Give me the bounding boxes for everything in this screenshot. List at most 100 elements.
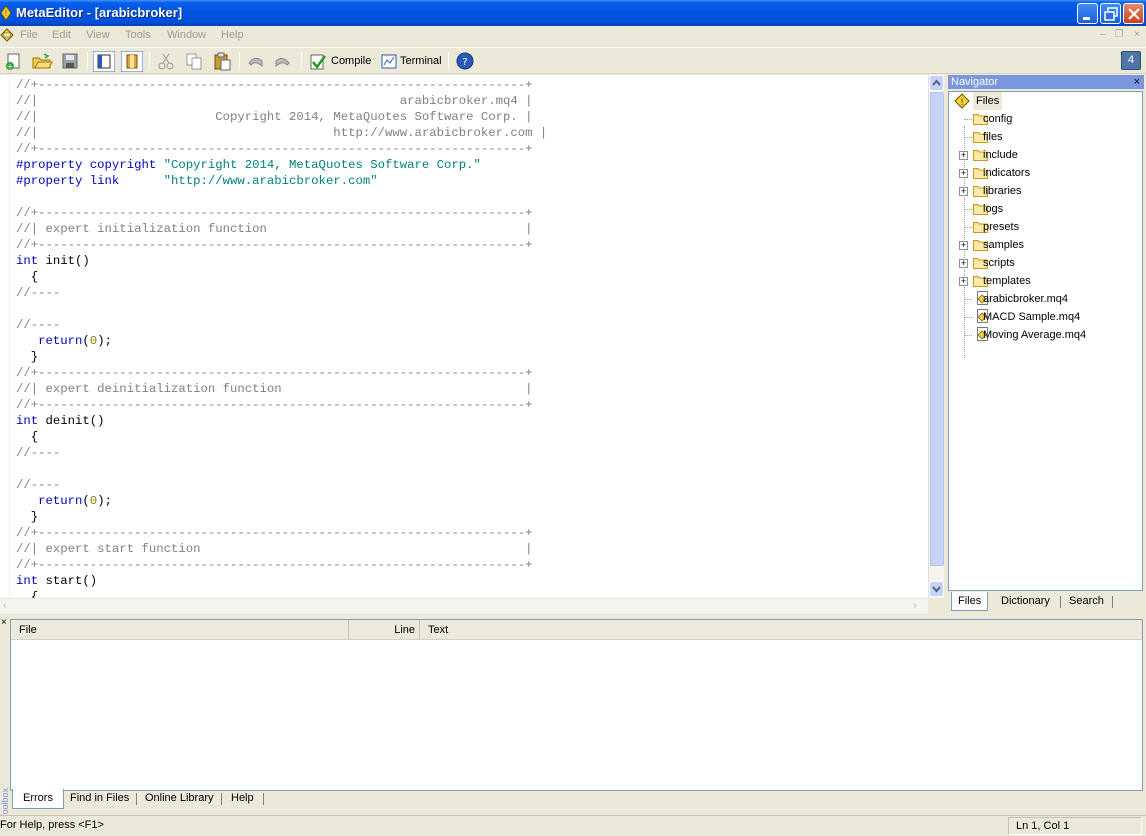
column-line[interactable]: Line (349, 620, 420, 640)
expand-icon[interactable]: + (959, 241, 968, 250)
expand-icon[interactable]: + (959, 259, 968, 268)
expand-icon[interactable]: + (959, 151, 968, 160)
code-line[interactable]: //| expert deinitialization function | (16, 381, 533, 397)
scroll-right-icon[interactable]: › (913, 600, 917, 612)
scroll-up-icon[interactable] (929, 75, 944, 91)
code-line[interactable]: int start() (16, 573, 97, 589)
copy-icon[interactable] (184, 51, 204, 72)
tree-folder-indicators[interactable]: + indicators (949, 164, 1139, 182)
code-line[interactable]: //---- (16, 445, 60, 461)
code-line[interactable]: } (16, 509, 38, 525)
menu-edit[interactable]: Edit (52, 29, 71, 41)
editor-vertical-scrollbar[interactable] (928, 75, 944, 598)
code-line[interactable]: //---- (16, 317, 60, 333)
tree-folder-logs[interactable]: logs (949, 200, 1139, 218)
tree-file-moving-average-mq4[interactable]: Moving Average.mq4 (949, 326, 1139, 344)
code-line[interactable]: //| arabicbroker.mq4 | (16, 93, 533, 109)
mdi-close-icon[interactable]: × (1130, 28, 1144, 41)
minimize-button[interactable] (1077, 3, 1098, 24)
column-text[interactable]: Text (420, 620, 1142, 640)
open-folder-icon[interactable] (31, 51, 53, 72)
menu-window[interactable]: Window (167, 29, 206, 41)
tab-files[interactable]: Files (951, 592, 989, 611)
code-line[interactable]: int deinit() (16, 413, 105, 429)
tree-folder-templates[interactable]: + templates (949, 272, 1139, 290)
toggle-toolbox-icon[interactable] (121, 51, 143, 72)
compile-button[interactable]: Compile (331, 55, 371, 67)
save-icon[interactable] (60, 51, 80, 72)
redo-icon[interactable] (273, 51, 293, 72)
code-line[interactable]: } (16, 349, 38, 365)
code-line[interactable]: //---- (16, 285, 60, 301)
code-line[interactable]: //+-------------------------------------… (16, 365, 533, 381)
code-editor[interactable]: //+-------------------------------------… (10, 75, 928, 598)
code-line[interactable]: //+-------------------------------------… (16, 77, 533, 93)
tree-folder-include[interactable]: + include (949, 146, 1139, 164)
code-line[interactable]: //| http://www.arabicbroker.com | (16, 125, 547, 141)
tab-errors[interactable]: Errors (12, 789, 64, 809)
code-line[interactable]: //+-------------------------------------… (16, 141, 533, 157)
undo-icon[interactable] (245, 51, 265, 72)
expand-icon[interactable]: + (959, 169, 968, 178)
tree-folder-libraries[interactable]: + libraries (949, 182, 1139, 200)
tree-file-arabicbroker-mq4[interactable]: arabicbroker.mq4 (949, 290, 1139, 308)
menu-file[interactable]: File (20, 29, 38, 41)
code-line[interactable]: //+-------------------------------------… (16, 397, 533, 413)
tab-dictionary[interactable]: Dictionary (995, 592, 1056, 611)
code-line[interactable]: return(0); (16, 333, 112, 349)
code-line[interactable]: { (16, 589, 38, 598)
tab-search[interactable]: Search (1063, 592, 1110, 611)
tree-folder-files[interactable]: files (949, 128, 1139, 146)
code-line[interactable]: //| expert initialization function | (16, 221, 533, 237)
tree-folder-presets[interactable]: presets (949, 218, 1139, 236)
restore-button[interactable] (1100, 3, 1121, 24)
code-line[interactable]: { (16, 269, 38, 285)
code-line[interactable]: //+-------------------------------------… (16, 557, 533, 573)
code-line[interactable]: int init() (16, 253, 90, 269)
editor-horizontal-scrollbar[interactable]: ‹ › (0, 598, 928, 614)
code-line[interactable]: //+-------------------------------------… (16, 525, 533, 541)
code-line[interactable]: //+-------------------------------------… (16, 205, 533, 221)
code-line[interactable]: return(0); (16, 493, 112, 509)
title-bar[interactable]: ! MetaEditor - [arabicbroker] (0, 0, 1146, 26)
terminal-button[interactable]: Terminal (400, 55, 442, 67)
mdi-minimize-icon[interactable]: – (1096, 28, 1110, 41)
tree-file-macd-sample-mq4[interactable]: MACD Sample.mq4 (949, 308, 1139, 326)
new-file-icon[interactable]: + (4, 51, 24, 72)
scroll-thumb[interactable] (930, 92, 944, 566)
code-line[interactable]: { (16, 429, 38, 445)
terminal-icon[interactable] (379, 51, 399, 72)
toolbox-close-icon[interactable]: × (1, 617, 7, 628)
code-line[interactable]: //---- (16, 477, 60, 493)
code-line[interactable]: #property link "http://www.arabicbroker.… (16, 173, 378, 189)
close-button[interactable] (1123, 3, 1144, 24)
expand-icon[interactable]: + (959, 277, 968, 286)
scroll-left-icon[interactable]: ‹ (3, 600, 7, 612)
tree-folder-scripts[interactable]: + scripts (949, 254, 1139, 272)
tree-folder-config[interactable]: config (949, 110, 1139, 128)
compile-icon[interactable] (308, 51, 328, 72)
menu-help[interactable]: Help (221, 29, 244, 41)
menu-view[interactable]: View (86, 29, 110, 41)
scroll-down-icon[interactable] (929, 581, 944, 597)
tab-help[interactable]: Help (221, 789, 264, 809)
toggle-navigator-icon[interactable] (93, 51, 115, 72)
navigator-close-icon[interactable]: × (1134, 75, 1140, 89)
document-icon[interactable] (0, 28, 14, 42)
tree-folder-samples[interactable]: + samples (949, 236, 1139, 254)
expand-icon[interactable]: + (959, 187, 968, 196)
tab-find-in-files[interactable]: Find in Files (60, 789, 139, 809)
code-line[interactable]: #property copyright "Copyright 2014, Met… (16, 157, 481, 173)
paste-icon[interactable] (212, 51, 232, 72)
mdi-restore-icon[interactable]: ❐ (1112, 28, 1126, 41)
code-line[interactable]: //| Copyright 2014, MetaQuotes Software … (16, 109, 533, 125)
column-file[interactable]: File (11, 620, 349, 640)
menu-tools[interactable]: Tools (125, 29, 151, 41)
count-badge[interactable]: 4 (1121, 51, 1141, 70)
help-icon[interactable]: ? (455, 51, 475, 72)
code-line[interactable]: //| expert start function | (16, 541, 533, 557)
tree-root-files[interactable]: ! Files (949, 92, 1009, 110)
tab-online-library[interactable]: Online Library (135, 789, 223, 809)
cut-icon[interactable] (156, 51, 176, 72)
code-line[interactable]: //+-------------------------------------… (16, 237, 533, 253)
